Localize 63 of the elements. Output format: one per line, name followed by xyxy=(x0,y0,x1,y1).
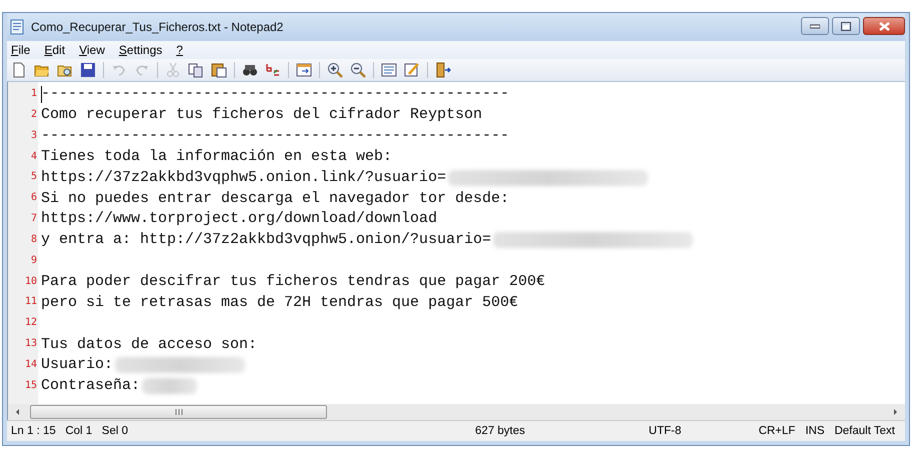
new-file-icon[interactable] xyxy=(11,62,27,78)
text-line: Para poder descifrar tus ficheros tendras que pagar 200€ xyxy=(41,272,546,292)
line-number: 10 xyxy=(24,274,37,289)
horizontal-scrollbar[interactable] xyxy=(7,404,905,420)
window-title: Como_Recuperar_Tus_Ficheros.txt - Notepad2 xyxy=(31,20,284,34)
scrollbar-thumb[interactable] xyxy=(30,405,327,419)
minimize-icon xyxy=(810,23,820,29)
text-line: ---------------------------------------------------- xyxy=(41,126,510,146)
menu-item[interactable]: ? xyxy=(176,43,183,57)
line-number: 11 xyxy=(24,295,37,310)
line-number: 1 xyxy=(30,87,37,101)
text-line: pero si te retrasas mas de 72H tendras que pagar 500€ xyxy=(41,292,518,313)
binoculars-icon[interactable] xyxy=(242,62,258,78)
copy-icon[interactable] xyxy=(188,62,204,78)
line-number: 12 xyxy=(24,316,37,330)
edit-chart-icon[interactable] xyxy=(404,62,420,78)
line-number: 5 xyxy=(30,170,37,184)
exit-door-icon[interactable] xyxy=(435,62,451,78)
text-line: Como recuperar tus ficheros del cifrador Reyptson xyxy=(41,105,482,126)
text-line: https://37z2akkbd3vqphw5.onion.link/?usuario= xyxy=(41,168,446,188)
status-field: CR+LF xyxy=(758,425,806,437)
replace-text-icon[interactable] xyxy=(265,62,281,78)
maximize-button[interactable] xyxy=(832,17,860,35)
text-line: https://www.torproject.org/download/download xyxy=(41,209,438,230)
text-line: Si no puedes entrar descarga el navegador tor desde: xyxy=(41,188,510,209)
status-field: INS xyxy=(805,425,834,437)
menu-item[interactable]: Settings xyxy=(118,43,162,57)
status-field: 627 bytes xyxy=(475,425,649,437)
minimize-button[interactable] xyxy=(801,17,829,35)
line-number: 2 xyxy=(30,108,37,122)
menu-item[interactable]: View xyxy=(79,43,105,57)
line-number: 6 xyxy=(30,191,37,206)
grip-icon xyxy=(174,409,182,415)
close-button[interactable] xyxy=(863,17,905,35)
paste-icon[interactable] xyxy=(211,62,227,78)
line-number: 14 xyxy=(24,358,37,372)
line-number: 8 xyxy=(30,232,37,247)
line-number: 3 xyxy=(30,128,37,143)
text-line: Tienes toda la información en esta web: xyxy=(41,146,392,167)
maximize-icon xyxy=(841,22,851,30)
text-line: Usuario: xyxy=(41,355,114,376)
scroll-right-icon[interactable] xyxy=(891,408,899,416)
panel-icon[interactable] xyxy=(381,62,397,78)
window-icon[interactable] xyxy=(296,62,312,78)
menu-item[interactable]: File xyxy=(11,43,30,57)
line-number: 15 xyxy=(24,378,37,393)
status-field: UTF-8 xyxy=(648,425,759,437)
status-field: Default Text xyxy=(834,425,905,437)
close-icon xyxy=(878,22,890,30)
text-line: ---------------------------------------------------- xyxy=(41,84,510,104)
line-number: 9 xyxy=(30,254,37,268)
notepad-icon xyxy=(9,19,25,35)
menu-item[interactable]: Edit xyxy=(44,43,66,57)
zoom-out-icon[interactable] xyxy=(350,62,366,78)
scroll-left-icon[interactable] xyxy=(14,408,22,416)
text-line: Contraseña: xyxy=(41,376,140,396)
line-number: 13 xyxy=(24,337,37,352)
line-number: 7 xyxy=(30,212,37,226)
text-line: Tus datos de acceso son: xyxy=(41,334,258,355)
line-number: 4 xyxy=(30,150,37,164)
text-line: y entra a: http://37z2akkbd3vqphw5.onion/?usuario= xyxy=(41,230,492,250)
zoom-in-icon[interactable] xyxy=(327,62,343,78)
status-field: Ln 1 : 15 Col 1 Sel 0 xyxy=(11,425,476,437)
